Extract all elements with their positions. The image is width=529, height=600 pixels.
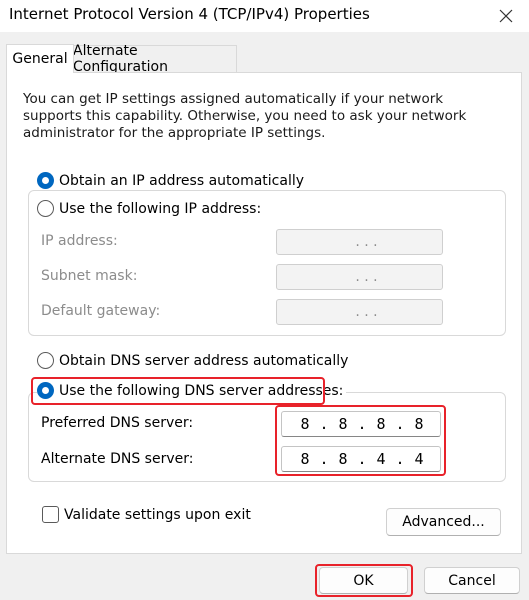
cancel-button-label: Cancel: [448, 572, 496, 589]
tab-general[interactable]: General: [6, 44, 74, 73]
use-following-dns-label: Use the following DNS server addresses:: [59, 382, 344, 399]
window-title: Internet Protocol Version 4 (TCP/IPv4) P…: [9, 5, 370, 23]
preferred-dns-octet-1: 8: [300, 415, 310, 433]
ip-address-label: IP address:: [41, 233, 118, 249]
alternate-dns-label: Alternate DNS server:: [41, 451, 194, 467]
close-button[interactable]: [483, 0, 529, 32]
ip-address-field: . . .: [276, 229, 443, 255]
obtain-dns-auto-label: Obtain DNS server address automatically: [59, 352, 349, 369]
advanced-button-label: Advanced...: [402, 514, 485, 530]
close-icon: [499, 9, 513, 23]
default-gateway-value: . . .: [355, 304, 378, 320]
default-gateway-field: . . .: [276, 299, 443, 325]
alternate-dns-octet-1: 8: [300, 450, 310, 468]
default-gateway-label: Default gateway:: [41, 303, 161, 319]
preferred-dns-octet-4: 8: [414, 415, 424, 433]
use-following-ip-radio[interactable]: Use the following IP address:: [37, 200, 265, 217]
alternate-dns-octet-2: 8: [338, 450, 348, 468]
preferred-dns-octet-3: 8: [376, 415, 386, 433]
ip-address-value: . . .: [355, 234, 378, 250]
alternate-dns-octet-4: 4: [414, 450, 424, 468]
ok-button-label: OK: [353, 572, 374, 589]
radio-unselected-icon: [37, 200, 54, 217]
use-following-dns-radio[interactable]: Use the following DNS server addresses:: [37, 382, 347, 399]
description-text: You can get IP settings assigned automat…: [23, 91, 467, 141]
radio-unselected-icon: [37, 352, 54, 369]
preferred-dns-octet-2: 8: [338, 415, 348, 433]
subnet-mask-label: Subnet mask:: [41, 268, 138, 284]
preferred-dns-label: Preferred DNS server:: [41, 415, 194, 431]
checkbox-unchecked-icon: [42, 506, 59, 523]
obtain-ip-auto-label: Obtain an IP address automatically: [59, 172, 305, 189]
obtain-ip-auto-radio[interactable]: Obtain an IP address automatically: [37, 172, 308, 189]
use-following-ip-label: Use the following IP address:: [59, 200, 262, 217]
validate-settings-label: Validate settings upon exit: [64, 506, 251, 523]
tab-alternate-label: Alternate Configuration: [73, 43, 168, 75]
tab-general-label: General: [12, 51, 68, 67]
tab-alternate-configuration[interactable]: Alternate Configuration: [73, 43, 237, 75]
alternate-dns-field[interactable]: 8 . 8 . 4 . 4: [281, 446, 441, 472]
title-bar: Internet Protocol Version 4 (TCP/IPv4) P…: [0, 0, 529, 32]
validate-settings-checkbox[interactable]: Validate settings upon exit: [42, 506, 251, 523]
radio-selected-icon: [37, 382, 54, 399]
subnet-mask-value: . . .: [355, 269, 378, 285]
cancel-button[interactable]: Cancel: [424, 567, 520, 594]
alternate-dns-octet-3: 4: [376, 450, 386, 468]
subnet-mask-field: . . .: [276, 264, 443, 290]
ok-button[interactable]: OK: [319, 567, 408, 594]
advanced-button[interactable]: Advanced...: [386, 508, 501, 536]
preferred-dns-field[interactable]: 8 . 8 . 8 . 8: [281, 411, 441, 437]
obtain-dns-auto-radio[interactable]: Obtain DNS server address automatically: [37, 352, 352, 369]
radio-selected-icon: [37, 172, 54, 189]
